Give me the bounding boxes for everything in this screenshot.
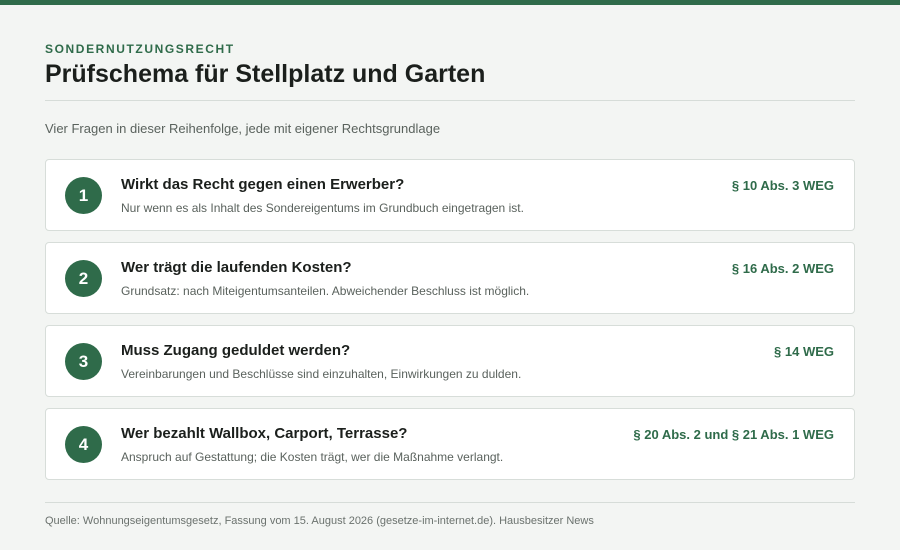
step-legal-reference: § 14 WEG [774, 344, 834, 359]
step-detail: Anspruch auf Gestattung; die Kosten träg… [121, 450, 504, 464]
step-detail: Vereinbarungen und Beschlüsse sind einzu… [121, 367, 522, 381]
step-question: Wirkt das Recht gegen einen Erwerber? [121, 176, 405, 193]
step-question: Wer trägt die laufenden Kosten? [121, 259, 352, 276]
step-number-badge: 2 [65, 260, 102, 297]
step-number-badge: 1 [65, 177, 102, 214]
step-card: 1 Wirkt das Recht gegen einen Erwerber? … [45, 159, 855, 231]
top-accent-bar [0, 0, 900, 5]
step-number-badge: 3 [65, 343, 102, 380]
step-card: 2 Wer trägt die laufenden Kosten? Grunds… [45, 242, 855, 314]
step-legal-reference: § 20 Abs. 2 und § 21 Abs. 1 WEG [633, 427, 834, 442]
step-card: 4 Wer bezahlt Wallbox, Carport, Terrasse… [45, 408, 855, 480]
step-question: Wer bezahlt Wallbox, Carport, Terrasse? [121, 425, 408, 442]
divider [45, 100, 855, 101]
divider [45, 502, 855, 503]
step-detail: Grundsatz: nach Miteigentumsanteilen. Ab… [121, 284, 530, 298]
step-question: Muss Zugang geduldet werden? [121, 342, 351, 359]
page-title: Prüfschema für Stellplatz und Garten [45, 60, 486, 88]
step-number-badge: 4 [65, 426, 102, 463]
step-detail: Nur wenn es als Inhalt des Sondereigentu… [121, 201, 524, 215]
kicker: SONDERNUTZUNGSRECHT [45, 42, 235, 56]
step-card: 3 Muss Zugang geduldet werden? Vereinbar… [45, 325, 855, 397]
step-legal-reference: § 10 Abs. 3 WEG [731, 178, 834, 193]
step-legal-reference: § 16 Abs. 2 WEG [731, 261, 834, 276]
source-note: Quelle: Wohnungseigentumsgesetz, Fassung… [45, 515, 594, 527]
subtitle: Vier Fragen in dieser Reihenfolge, jede … [45, 121, 441, 136]
step-list: 1 Wirkt das Recht gegen einen Erwerber? … [45, 159, 855, 491]
